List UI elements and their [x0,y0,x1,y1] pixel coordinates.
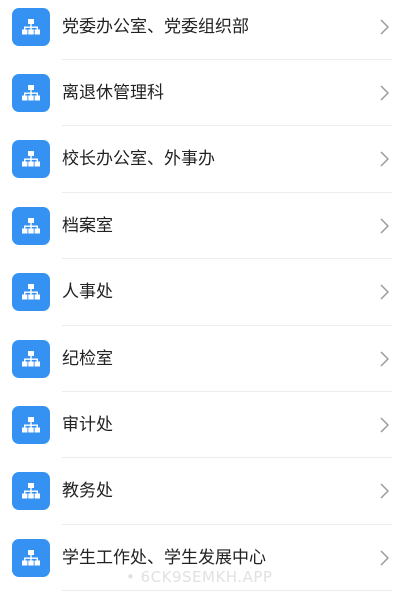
chevron-right-icon [380,483,389,499]
org-chart-icon [12,405,50,444]
list-item[interactable]: 人事处 [0,259,405,326]
department-list: 党委办公室、党委组织部 离退休管理科 校长办公室、外事办 档案室 人事处 纪检室… [0,0,405,592]
org-chart-icon [12,538,50,577]
watermark: • 6CK9SEMKH.APP [126,568,273,586]
org-chart-icon [12,74,50,112]
list-item[interactable]: 纪检室 [0,326,405,392]
list-item-label: 离退休管理科 [62,83,164,103]
chevron-right-icon [380,550,389,566]
org-chart-icon [12,8,50,46]
list-item-label: 纪检室 [62,348,113,369]
list-item-label: 学生工作处、学生发展中心 [62,547,266,568]
org-chart-icon [12,339,50,378]
list-item-label: 审计处 [62,414,113,435]
chevron-right-icon [380,351,389,367]
list-item-label: 校长办公室、外事办 [62,149,215,170]
chevron-right-icon [380,417,389,433]
org-chart-icon [12,206,50,245]
list-item-label: 教务处 [62,481,113,502]
chevron-right-icon [380,19,389,35]
org-chart-icon [12,472,50,511]
org-chart-icon [12,140,50,179]
chevron-right-icon [380,284,389,300]
list-item[interactable]: 校长办公室、外事办 [0,126,405,193]
chevron-right-icon [380,151,389,167]
list-item[interactable]: 档案室 [0,193,405,260]
list-item[interactable]: 离退休管理科 [0,60,405,127]
list-item-label: 人事处 [62,282,113,303]
chevron-right-icon [380,85,389,101]
list-item-label: 党委办公室、党委组织部 [62,17,249,37]
divider [62,590,392,592]
list-item[interactable]: 教务处 [0,458,405,525]
list-item[interactable]: 党委办公室、党委组织部 [0,0,405,60]
chevron-right-icon [380,218,389,234]
list-item-label: 档案室 [62,215,113,236]
org-chart-icon [12,273,50,312]
list-item[interactable]: 审计处 [0,392,405,459]
